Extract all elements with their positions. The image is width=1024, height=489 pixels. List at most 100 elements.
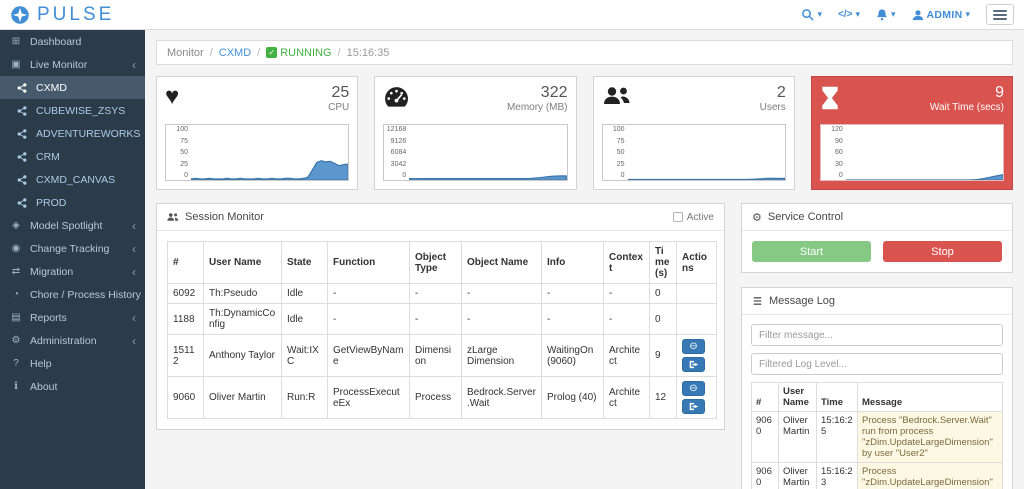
share-icon [15,175,29,185]
users-card: 2 Users 1007550250 [593,76,795,190]
sidebar-item-crm[interactable]: CRM [0,145,145,168]
session-users-icon [167,212,179,222]
code-menu[interactable]: </> ▾ [838,9,860,20]
brand-title: PULSE [37,4,114,26]
sidebar-item-adventureworks[interactable]: ADVENTUREWORKS [0,122,145,145]
chevron-left-icon: ‹ [132,58,136,72]
wait-time-card: 9 Wait Time (secs) 1209060300 [811,76,1013,190]
stop-button[interactable]: Stop [883,241,1002,262]
service-control-panel: ⚙ Service Control Start Stop [741,203,1013,273]
users-icon [602,85,632,107]
admin-menu[interactable]: ADMIN ▾ [912,9,970,21]
message-text: Process "Bedrock.Server.Wait" run from p… [858,412,1003,463]
hourglass-icon [820,85,840,111]
wait-time-chart-yticks: 1209060300 [821,125,846,180]
wait-time-label: Wait Time (secs) [930,102,1004,113]
memory-chart-yticks: 121689126608430420 [384,125,409,180]
session-monitor-title: Session Monitor [185,211,264,223]
gear-icon: ⚙ [9,335,23,346]
brand[interactable]: PULSE [10,4,114,26]
disconnect-session-button[interactable]: ⊖ [682,339,705,354]
pulse-logo-icon [10,5,30,25]
sidebar-item-chore-process-history[interactable]: ◔ Chore / Process History ‹ [0,283,145,306]
users-chart-yticks: 1007550250 [603,125,628,180]
log-level-filter-input[interactable] [751,353,1003,375]
sidebar-item-administration[interactable]: ⚙ Administration ‹ [0,329,145,352]
caret-down-icon: ▾ [891,10,896,19]
active-toggle[interactable]: Active [673,212,714,223]
message-log-table: # User Name Time Message 9060 Oliver Mar… [751,382,1003,489]
cpu-value: 25 [328,84,349,102]
exchange-icon: ⇄ [9,266,23,277]
logout-session-button[interactable] [682,399,705,414]
chevron-left-icon: ‹ [132,242,136,256]
breadcrumb-model-link[interactable]: CXMD [219,47,251,59]
topbar: PULSE ▾ </> ▾ ▾ ADMIN ▾ [0,0,1024,30]
status-text: RUNNING [280,47,331,59]
cpu-chart: 1007550250 [165,124,349,181]
sidebar-item-label: CUBEWISE_ZSYS [36,105,125,117]
status-time: 15:16:35 [347,47,390,59]
sidebar-item-label: CXMD [36,82,67,94]
sidebar-item-label: Chore / Process History [30,289,141,301]
sidebar-item-cxmd-canvas[interactable]: CXMD_CANVAS [0,168,145,191]
gauge-icon [383,85,410,108]
eye-icon: ◉ [9,243,23,254]
hamburger-menu-button[interactable] [986,4,1014,25]
disconnect-session-button[interactable]: ⊖ [682,381,705,396]
active-label: Active [687,212,714,223]
sidebar-item-live-monitor[interactable]: ▣ Live Monitor ‹ [0,53,145,76]
active-checkbox[interactable] [673,212,683,222]
share-icon [15,129,29,139]
session-table: # User Name State Function Object Type O… [167,241,717,419]
cpu-chart-yticks: 1007550250 [166,125,191,180]
breadcrumb: Monitor / CXMD / ✓ RUNNING / 15:16:35 [156,40,1013,65]
main-content: Monitor / CXMD / ✓ RUNNING / 15:16:35 ♥ … [145,30,1024,489]
chevron-left-icon: ‹ [132,334,136,348]
users-value: 2 [760,84,786,102]
users-label: Users [760,102,786,113]
search-menu[interactable]: ▾ [801,8,822,21]
share-icon [15,198,29,208]
question-icon: ? [9,358,23,369]
sidebar-item-cxmd[interactable]: CXMD [0,76,145,99]
sidebar-item-prod[interactable]: PROD [0,191,145,214]
service-control-title: Service Control [768,211,843,223]
clock-icon: ◔ [9,289,23,300]
sidebar: ⊞ Dashboard ▣ Live Monitor ‹ CXMD CUBEWI… [0,30,145,489]
sidebar-item-change-tracking[interactable]: ◉ Change Tracking ‹ [0,237,145,260]
user-icon [912,9,924,21]
sidebar-item-label: PROD [36,197,66,209]
chevron-left-icon: ‹ [132,311,136,325]
share-icon [15,83,29,93]
notifications-menu[interactable]: ▾ [876,8,896,21]
share-icon [15,106,29,116]
sidebar-item-label: CRM [36,151,60,163]
sign-out-icon [689,402,699,411]
users-chart: 1007550250 [602,124,786,181]
logout-session-button[interactable] [682,357,705,372]
sidebar-item-help[interactable]: ? Help [0,352,145,375]
sidebar-item-dashboard[interactable]: ⊞ Dashboard [0,30,145,53]
monitor-icon: ▣ [9,59,23,70]
chevron-left-icon: ‹ [132,265,136,279]
sidebar-item-label: About [30,381,57,393]
sidebar-item-cubewise-zsys[interactable]: CUBEWISE_ZSYS [0,99,145,122]
sidebar-item-about[interactable]: ℹ About [0,375,145,398]
session-monitor-panel: Session Monitor Active # [156,203,725,430]
sidebar-item-reports[interactable]: ▤ Reports ‹ [0,306,145,329]
message-filter-input[interactable] [751,324,1003,346]
minus-circle-icon: ⊖ [689,384,697,394]
spotlight-icon: ◈ [9,220,23,231]
sidebar-item-migration[interactable]: ⇄ Migration ‹ [0,260,145,283]
memory-chart: 121689126608430420 [383,124,567,181]
sidebar-item-label: Change Tracking [30,243,109,255]
cpu-label: CPU [328,102,349,113]
sidebar-item-label: Help [30,358,52,370]
cpu-sparkline [191,125,348,180]
table-row: 1188 Th:DynamicConfig Idle - - - - - 0 [168,304,717,335]
code-icon: </> [838,9,852,20]
start-button[interactable]: Start [752,241,871,262]
sidebar-item-model-spotlight[interactable]: ◈ Model Spotlight ‹ [0,214,145,237]
message-log-panel: Message Log # User Name Time Message [741,287,1013,489]
